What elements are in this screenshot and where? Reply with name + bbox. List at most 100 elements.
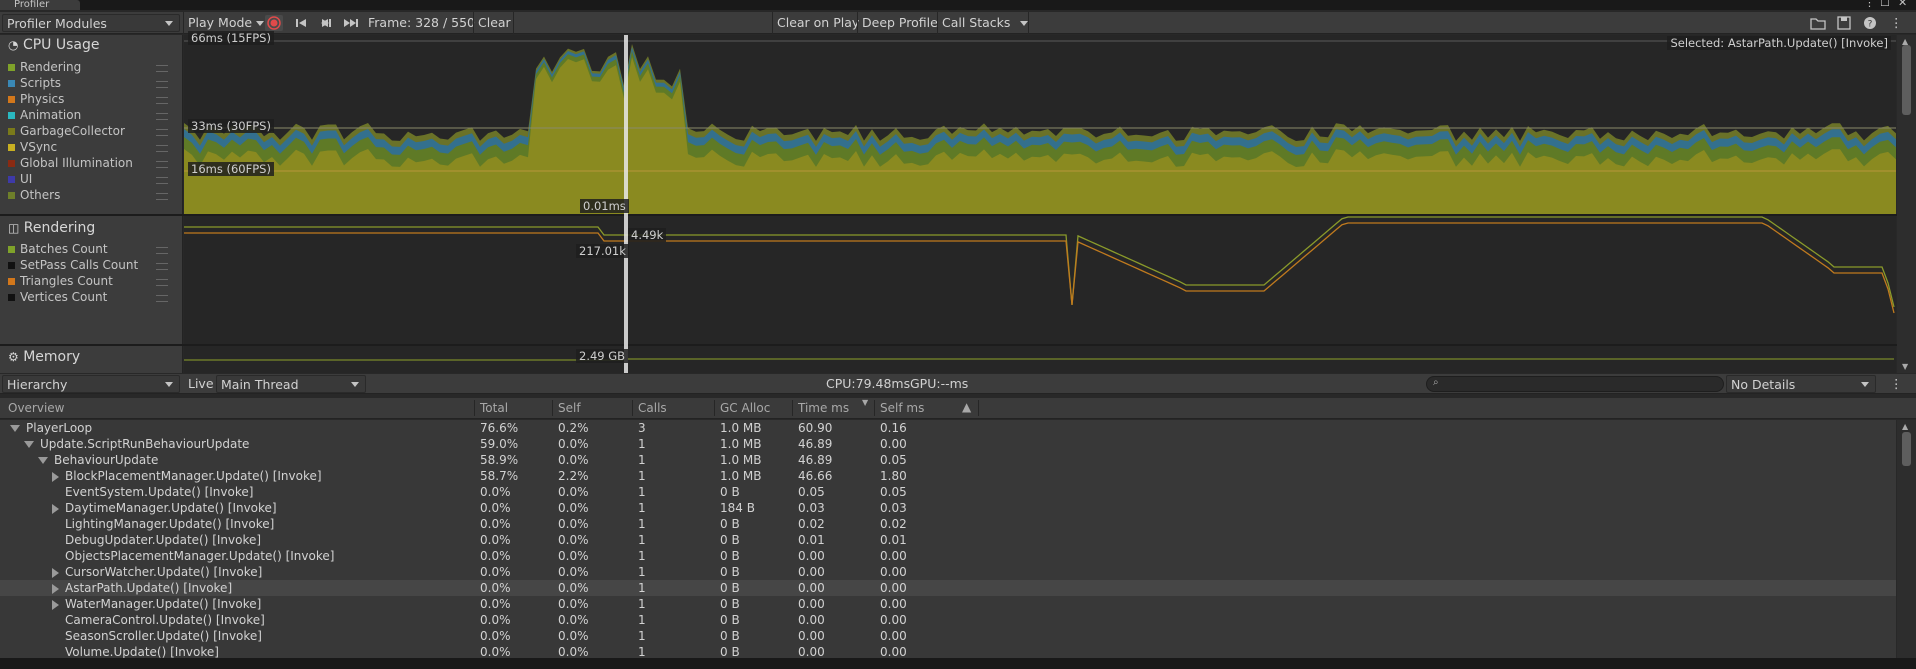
cpu-usage-module-header[interactable]: ◔ CPU Usage	[8, 37, 99, 53]
drag-handle-icon[interactable]	[156, 81, 168, 88]
column-header[interactable]: Calls	[638, 401, 667, 415]
drag-handle-icon[interactable]	[156, 97, 168, 104]
table-row[interactable]: BlockPlacementManager.Update() [Invoke] 5…	[0, 468, 1896, 484]
scroll-down-icon[interactable]: ▼	[1902, 362, 1908, 371]
thread-dropdown[interactable]: Main Thread	[216, 375, 366, 393]
drag-handle-icon[interactable]	[156, 247, 168, 254]
legend-item[interactable]: Vertices Count	[8, 290, 178, 304]
next-frame-button[interactable]	[316, 14, 336, 32]
clear-button[interactable]: Clear	[474, 14, 514, 32]
profiler-modules-dropdown[interactable]: Profiler Modules	[2, 14, 180, 32]
scroll-up-icon[interactable]: ▲	[1902, 422, 1908, 431]
drag-handle-icon[interactable]	[156, 65, 168, 72]
collapsed-arrow-icon[interactable]	[52, 583, 59, 594]
window-tab[interactable]: Profiler	[0, 0, 80, 10]
expanded-arrow-icon[interactable]	[10, 425, 20, 432]
table-row[interactable]: PlayerLoop 76.6% 0.2% 3 1.0 MB 60.90 0.16	[0, 420, 1896, 436]
table-row[interactable]: CursorWatcher.Update() [Invoke] 0.0% 0.0% 1…	[0, 564, 1896, 580]
toolbar-menu-icon[interactable]: ⋮	[1886, 14, 1906, 32]
charts-scrollbar[interactable]: ▲ ▼	[1897, 35, 1916, 373]
legend-item[interactable]: Rendering	[8, 60, 178, 74]
clear-on-play-button[interactable]: Clear on Play	[773, 14, 859, 32]
table-row[interactable]: SeasonScroller.Update() [Invoke] 0.0% 0.0%…	[0, 628, 1896, 644]
search-field[interactable]: ⌕	[1426, 376, 1724, 393]
profiler-charts-svg[interactable]	[184, 35, 1896, 373]
legend-item[interactable]: Global Illumination	[8, 156, 178, 170]
details-menu-icon[interactable]: ⋮	[1886, 375, 1907, 393]
legend-item[interactable]: Physics	[8, 92, 178, 106]
profiler-charts[interactable]: 66ms (15FPS) 33ms (30FPS) 16ms (60FPS) 0…	[184, 31, 1896, 373]
table-row[interactable]: BehaviourUpdate 58.9% 0.0% 1 1.0 MB 46.89 0.05	[0, 452, 1896, 468]
column-header[interactable]: Time ms	[798, 401, 849, 415]
legend-item[interactable]: Others	[8, 188, 178, 202]
table-scrollbar[interactable]: ▲	[1897, 420, 1916, 658]
table-row[interactable]: ObjectsPlacementManager.Update() [Invoke…	[0, 548, 1896, 564]
warning-column-icon[interactable]: ▲	[962, 400, 971, 414]
drag-handle-icon[interactable]	[156, 263, 168, 270]
rendering-module-header[interactable]: ◫ Rendering	[8, 220, 95, 236]
legend-item[interactable]: VSync	[8, 140, 178, 154]
legend-item[interactable]: Scripts	[8, 76, 178, 90]
table-row[interactable]: EventSystem.Update() [Invoke] 0.0% 0.0% 1 0 …	[0, 484, 1896, 500]
column-divider[interactable]	[474, 400, 475, 416]
column-divider[interactable]	[714, 400, 715, 416]
collapsed-arrow-icon[interactable]	[52, 503, 59, 514]
column-divider[interactable]	[632, 400, 633, 416]
play-mode-dropdown[interactable]: Play Mode	[184, 14, 265, 32]
expanded-arrow-icon[interactable]	[38, 457, 48, 464]
drag-handle-icon[interactable]	[156, 177, 168, 184]
table-row[interactable]: DaytimeManager.Update() [Invoke] 0.0% 0.0%…	[0, 500, 1896, 516]
column-divider[interactable]	[874, 400, 875, 416]
details-dropdown[interactable]: No Details	[1726, 375, 1876, 393]
hierarchy-table[interactable]: PlayerLoop 76.6% 0.2% 3 1.0 MB 60.90 0.16 Updat…	[0, 420, 1896, 658]
kebab-menu-icon[interactable]: ⋮	[1864, 0, 1875, 9]
collapsed-arrow-icon[interactable]	[52, 471, 59, 482]
table-row[interactable]: CameraControl.Update() [Invoke] 0.0% 0.0% 1…	[0, 612, 1896, 628]
column-divider[interactable]	[978, 400, 979, 416]
column-header[interactable]: Self	[558, 401, 581, 415]
save-button[interactable]	[1834, 14, 1856, 32]
column-header[interactable]: Self ms	[880, 401, 924, 415]
deep-profile-button[interactable]: Deep Profile	[858, 14, 938, 32]
column-header[interactable]: Total	[480, 401, 508, 415]
record-button[interactable]	[264, 14, 286, 32]
help-button[interactable]: ?	[1860, 14, 1882, 32]
column-divider[interactable]	[792, 400, 793, 416]
drag-handle-icon[interactable]	[156, 295, 168, 302]
column-divider[interactable]	[552, 400, 553, 416]
call-stacks-dropdown[interactable]: Call Stacks	[938, 14, 1029, 32]
drag-handle-icon[interactable]	[156, 193, 168, 200]
table-row[interactable]: LightingManager.Update() [Invoke] 0.0% 0.0…	[0, 516, 1896, 532]
first-frame-button[interactable]	[292, 14, 312, 32]
load-button[interactable]	[1808, 14, 1830, 32]
legend-item[interactable]: Batches Count	[8, 242, 178, 256]
memory-module-header[interactable]: ⚙ Memory	[8, 349, 80, 365]
column-header[interactable]: Overview	[8, 401, 65, 415]
maximize-icon[interactable]: ☐	[1880, 0, 1890, 9]
table-row[interactable]: Update.ScriptRunBehaviourUpdate 59.0% 0.0%…	[0, 436, 1896, 452]
table-scrollbar-thumb[interactable]	[1902, 432, 1911, 466]
table-row[interactable]: Volume.Update() [Invoke] 0.0% 0.0% 1 0 B 0.00…	[0, 644, 1896, 658]
drag-handle-icon[interactable]	[156, 279, 168, 286]
legend-item[interactable]: SetPass Calls Count	[8, 258, 178, 272]
drag-handle-icon[interactable]	[156, 129, 168, 136]
live-toggle[interactable]: Live	[184, 375, 214, 393]
drag-handle-icon[interactable]	[156, 145, 168, 152]
collapsed-arrow-icon[interactable]	[52, 567, 59, 578]
search-input[interactable]	[1445, 377, 1719, 393]
drag-handle-icon[interactable]	[156, 113, 168, 120]
expanded-arrow-icon[interactable]	[24, 441, 34, 448]
table-row[interactable]: DebugUpdater.Update() [Invoke] 0.0% 0.0% 1 0…	[0, 532, 1896, 548]
table-row[interactable]: AstarPath.Update() [Invoke] 0.0% 0.0% 1 0 B 0…	[0, 580, 1896, 596]
view-type-dropdown[interactable]: Hierarchy	[2, 375, 180, 393]
drag-handle-icon[interactable]	[156, 161, 168, 168]
legend-item[interactable]: GarbageCollector	[8, 124, 178, 138]
charts-scrollbar-thumb[interactable]	[1902, 45, 1911, 115]
close-icon[interactable]: ✕	[1898, 0, 1907, 9]
column-header[interactable]: GC Alloc	[720, 401, 770, 415]
legend-item[interactable]: Triangles Count	[8, 274, 178, 288]
collapsed-arrow-icon[interactable]	[52, 599, 59, 610]
legend-item[interactable]: UI	[8, 172, 178, 186]
last-frame-button[interactable]	[340, 14, 364, 32]
legend-item[interactable]: Animation	[8, 108, 178, 122]
